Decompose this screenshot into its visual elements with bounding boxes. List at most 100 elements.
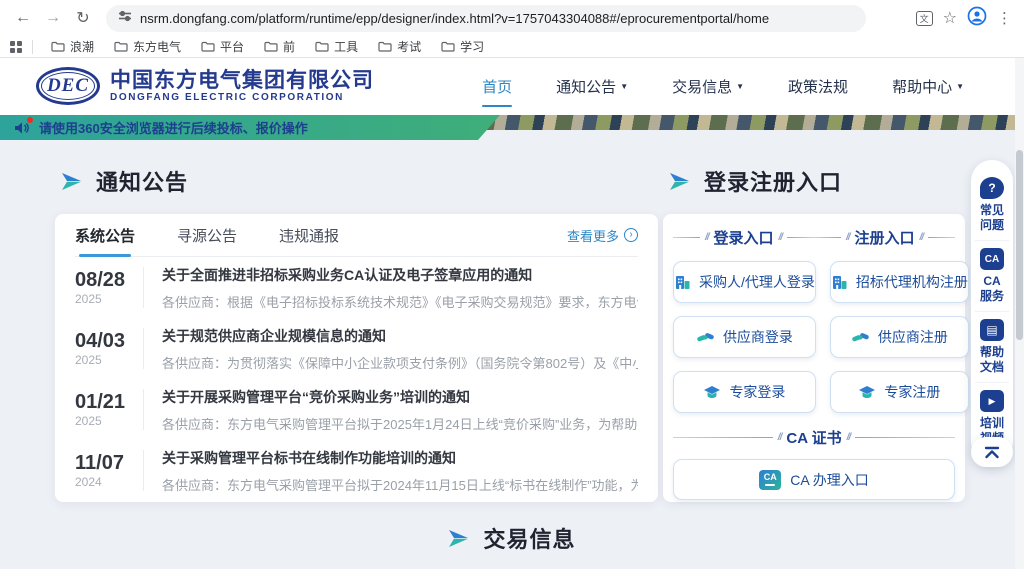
chevron-down-icon: ▼ — [956, 82, 964, 91]
notice-title[interactable]: 关于采购管理平台标书在线制作功能培训的通知 — [162, 448, 638, 468]
folder-icon — [378, 41, 392, 52]
expert-register-button[interactable]: 专家注册 — [830, 371, 969, 413]
page-main: 通知公告 系统公告 寻源公告 违规通报 查看更多 › 08/28 2025 — [0, 140, 1024, 569]
ca-service-shortcut[interactable]: CA CA服务 — [975, 240, 1009, 311]
button-label: 采购人/代理人登录 — [699, 272, 815, 292]
button-label: 专家注册 — [884, 382, 940, 402]
tab-system-notices[interactable]: 系统公告 — [75, 214, 135, 257]
purchaser-login-button[interactable]: 采购人/代理人登录 — [673, 261, 816, 303]
faq-label: 常见问题 — [979, 203, 1005, 233]
supplier-register-button[interactable]: 供应商注册 — [830, 316, 969, 358]
nav-transactions[interactable]: 交易信息 ▼ — [670, 70, 746, 103]
question-icon: ? — [980, 177, 1004, 199]
building-icon — [674, 274, 691, 291]
ca-service-label: CA服务 — [979, 274, 1005, 304]
bookmark-label: 考试 — [397, 38, 421, 55]
bookmark-label: 前 — [283, 38, 295, 55]
handshake-icon — [696, 330, 715, 345]
section-arrow-icon — [61, 172, 83, 191]
browser-toolbar: ← → ↻ nsrm.dongfang.com/platform/runtime… — [0, 0, 1024, 36]
apps-grid-icon[interactable] — [10, 41, 22, 53]
ca-button-label: CA 办理入口 — [790, 470, 869, 490]
dec-logo-icon: DEC — [36, 67, 100, 105]
folder-icon — [114, 41, 128, 52]
book-icon: ▤ — [980, 319, 1004, 341]
nav-label: 帮助中心 — [892, 76, 952, 97]
bookmark-folder[interactable]: 浪潮 — [43, 36, 102, 57]
transactions-section-header: 交易信息 — [0, 522, 1024, 554]
back-to-top-button[interactable] — [971, 437, 1013, 467]
bookmark-folder[interactable]: 考试 — [370, 36, 429, 57]
agency-register-button[interactable]: 招标代理机构注册 — [830, 261, 969, 303]
company-logo[interactable]: DEC 中国东方电气集团有限公司 DONGFANG ELECTRIC CORPO… — [36, 67, 374, 105]
video-play-icon: ▶ — [980, 390, 1004, 412]
nav-help-center[interactable]: 帮助中心 ▼ — [890, 70, 966, 103]
notice-list-item[interactable]: 08/28 2025 关于全面推进非招标采购业务CA认证及电子签章应用的通知 各… — [75, 257, 638, 318]
reload-icon[interactable]: ↻ — [70, 5, 96, 31]
handshake-icon — [851, 330, 870, 345]
button-label: 供应商注册 — [878, 327, 948, 347]
register-entry-label: 注册入口 — [855, 227, 915, 248]
notice-title[interactable]: 关于开展采购管理平台“竞价采购业务”培训的通知 — [162, 387, 638, 407]
quick-help-widget: ? 常见问题 CA CA服务 ▤ 帮助文档 ▶ 培训视频 — [971, 160, 1013, 463]
faq-shortcut[interactable]: ? 常见问题 — [975, 170, 1009, 240]
chevron-down-icon: ▼ — [620, 82, 628, 91]
notice-date-year: 2025 — [75, 353, 137, 367]
notice-date: 11/07 2024 — [75, 452, 137, 489]
dec-logo-text: DEC — [47, 75, 89, 97]
nav-home[interactable]: 首页 — [480, 70, 514, 103]
notification-dot — [27, 117, 33, 123]
speaker-icon — [14, 121, 30, 135]
nav-policies[interactable]: 政策法规 — [786, 70, 850, 103]
bookmark-folder[interactable]: 东方电气 — [106, 36, 189, 57]
scrollbar-thumb[interactable] — [1016, 150, 1023, 340]
notice-date-md: 08/28 — [75, 269, 137, 292]
back-icon[interactable]: ← — [10, 5, 36, 31]
bookmark-star-icon[interactable]: ☆ — [943, 8, 957, 28]
notice-list-item[interactable]: 04/03 2025 关于规范供应商企业规模信息的通知 各供应商：为贯彻落实《保… — [75, 318, 638, 379]
view-more-link[interactable]: 查看更多 › — [567, 226, 638, 245]
notice-title[interactable]: 关于规范供应商企业规模信息的通知 — [162, 326, 638, 346]
main-nav: 首页 通知公告 ▼ 交易信息 ▼ 政策法规 帮助中心 ▼ — [480, 58, 966, 115]
tab-violation-reports[interactable]: 违规通报 — [279, 214, 339, 257]
forward-icon[interactable]: → — [40, 5, 66, 31]
bookmark-folder[interactable]: 平台 — [193, 36, 252, 57]
supplier-login-button[interactable]: 供应商登录 — [673, 316, 816, 358]
button-label: 供应商登录 — [723, 327, 793, 347]
nav-label: 交易信息 — [672, 76, 732, 97]
url-text[interactable]: nsrm.dongfang.com/platform/runtime/epp/d… — [140, 11, 769, 26]
notice-desc: 各供应商：东方电气采购管理平台拟于2025年1月24日上线“竞价采购”业务，为帮… — [162, 414, 638, 433]
url-bar[interactable]: nsrm.dongfang.com/platform/runtime/epp/d… — [106, 5, 866, 32]
scrollbar-track[interactable] — [1015, 58, 1024, 569]
tab-sourcing-notices[interactable]: 寻源公告 — [177, 214, 237, 257]
divider — [143, 389, 144, 430]
notice-list-item[interactable]: 11/07 2024 关于采购管理平台标书在线制作功能培训的通知 各供应商：东方… — [75, 440, 638, 501]
bookmark-label: 东方电气 — [133, 38, 181, 55]
ca-card-icon: CA — [980, 248, 1004, 270]
chrome-menu-icon[interactable]: ⋮ — [997, 9, 1012, 27]
profile-avatar-icon[interactable] — [967, 6, 987, 31]
notice-date-year: 2025 — [75, 414, 137, 428]
nav-label: 首页 — [482, 76, 512, 97]
bookmark-folder[interactable]: 学习 — [433, 36, 492, 57]
divider — [143, 267, 144, 308]
notice-list-item[interactable]: 01/21 2025 关于开展采购管理平台“竞价采购业务”培训的通知 各供应商：… — [75, 379, 638, 440]
bookmark-folder[interactable]: 前 — [256, 36, 303, 57]
bookmark-folder[interactable]: 工具 — [307, 36, 366, 57]
announcement-ticker: 请使用360安全浏览器进行后续投标、报价操作 — [0, 115, 500, 140]
nav-notices[interactable]: 通知公告 ▼ — [554, 70, 630, 103]
transactions-section-title: 交易信息 — [483, 522, 575, 554]
expert-login-button[interactable]: 专家登录 — [673, 371, 816, 413]
site-settings-icon[interactable] — [118, 9, 132, 27]
ca-badge-text: CA — [764, 473, 777, 482]
notice-date: 08/28 2025 — [75, 269, 137, 306]
notice-title[interactable]: 关于全面推进非招标采购业务CA认证及电子签章应用的通知 — [162, 265, 638, 285]
help-docs-shortcut[interactable]: ▤ 帮助文档 — [975, 311, 1009, 382]
ca-apply-button[interactable]: CA CA 办理入口 — [673, 459, 955, 500]
notice-card: 系统公告 寻源公告 违规通报 查看更多 › 08/28 2025 关于 — [55, 214, 658, 502]
translate-icon[interactable]: 文 — [916, 11, 933, 26]
login-entry-label: 登录入口 — [714, 227, 774, 248]
site-header: DEC 中国东方电气集团有限公司 DONGFANG ELECTRIC CORPO… — [0, 58, 1024, 115]
bookmark-label: 浪潮 — [70, 38, 94, 55]
chevron-down-icon: ▼ — [736, 82, 744, 91]
